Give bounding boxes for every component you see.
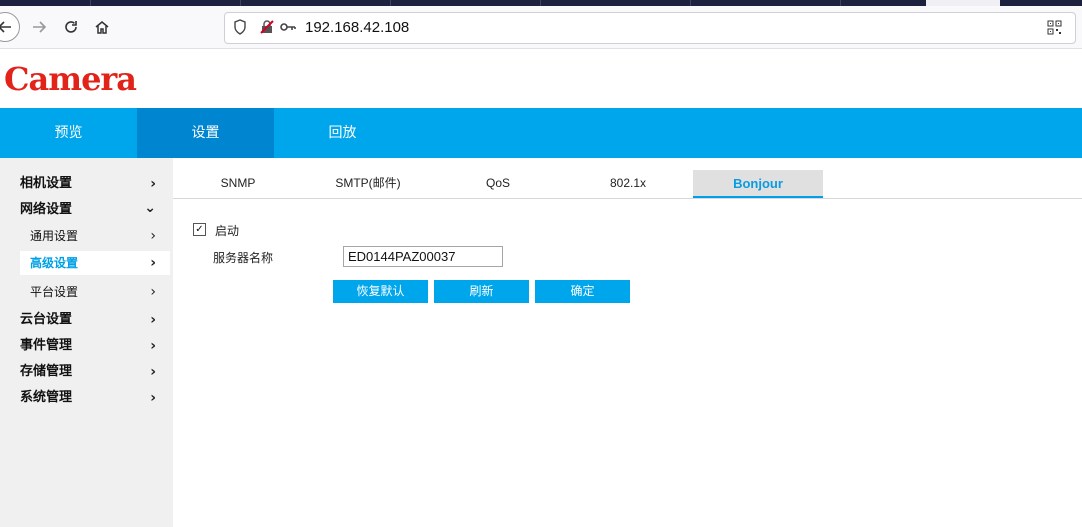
tab-qos[interactable]: QoS bbox=[433, 170, 563, 197]
sidebar-item-event-management[interactable]: 事件管理 › bbox=[0, 334, 170, 358]
tab-bonjour[interactable]: Bonjour bbox=[693, 170, 823, 198]
advanced-settings-tabs: SNMP SMTP(邮件) QoS 802.1x Bonjour bbox=[173, 170, 1082, 199]
sidebar-item-network-settings[interactable]: 网络设置 ⌄ bbox=[0, 198, 170, 222]
qr-code-icon[interactable] bbox=[1047, 20, 1062, 39]
sidebar-item-advanced-settings[interactable]: 高级设置 › bbox=[20, 251, 170, 275]
key-icon[interactable] bbox=[279, 19, 297, 39]
home-icon[interactable] bbox=[89, 14, 115, 40]
main-nav-playback[interactable]: 回放 bbox=[274, 108, 411, 158]
bonjour-settings-panel: ✓ 启动 服务器名称 ED0144PAZ00037 恢复默认 刷新 确定 bbox=[173, 199, 1082, 527]
sidebar-item-label: 高级设置 bbox=[30, 256, 79, 270]
camera-logo: Camera bbox=[4, 60, 137, 98]
sidebar-item-camera-settings[interactable]: 相机设置 › bbox=[0, 172, 170, 196]
tab-8021x[interactable]: 802.1x bbox=[563, 170, 693, 197]
enable-checkbox[interactable]: ✓ bbox=[193, 223, 206, 236]
chevron-down-icon: ⌄ bbox=[144, 200, 156, 216]
confirm-button[interactable]: 确定 bbox=[535, 280, 630, 303]
chevron-right-icon: › bbox=[150, 255, 156, 271]
sidebar-item-label: 网络设置 bbox=[20, 202, 73, 217]
sidebar-item-system-management[interactable]: 系统管理 › bbox=[0, 386, 170, 410]
sidebar-item-platform-settings[interactable]: 平台设置 › bbox=[0, 280, 170, 304]
sidebar-item-label: 通用设置 bbox=[30, 229, 79, 243]
chevron-right-icon: › bbox=[150, 176, 156, 192]
chevron-right-icon: › bbox=[150, 312, 156, 328]
chevron-right-icon: › bbox=[150, 338, 156, 354]
chevron-right-icon: › bbox=[150, 228, 156, 244]
shield-icon[interactable] bbox=[233, 19, 247, 39]
main-nav-settings[interactable]: 设置 bbox=[137, 108, 274, 158]
chevron-right-icon: › bbox=[150, 364, 156, 380]
chevron-right-icon: › bbox=[150, 390, 156, 406]
sidebar-item-ptz-settings[interactable]: 云台设置 › bbox=[0, 308, 170, 332]
main-nav-preview[interactable]: 预览 bbox=[0, 108, 137, 158]
restore-default-button[interactable]: 恢复默认 bbox=[333, 280, 428, 303]
server-name-input[interactable]: ED0144PAZ00037 bbox=[343, 246, 503, 267]
sidebar-item-label: 存储管理 bbox=[20, 364, 73, 379]
settings-sidebar: 相机设置 › 网络设置 ⌄ 通用设置 › 高级设置 › 平台设置 › 云台设置 … bbox=[0, 158, 173, 527]
sidebar-item-label: 平台设置 bbox=[30, 285, 79, 299]
sidebar-item-storage-management[interactable]: 存储管理 › bbox=[0, 360, 170, 384]
browser-navbar: 192.168.42.108 bbox=[0, 6, 1082, 49]
reload-icon[interactable] bbox=[58, 14, 84, 40]
tab-smtp[interactable]: SMTP(邮件) bbox=[303, 170, 433, 197]
sidebar-item-label: 系统管理 bbox=[20, 390, 73, 405]
main-nav: 预览 设置 回放 bbox=[0, 108, 1082, 158]
address-bar[interactable]: 192.168.42.108 bbox=[224, 12, 1076, 44]
forward-arrow-icon[interactable] bbox=[26, 14, 52, 40]
url-text[interactable]: 192.168.42.108 bbox=[305, 19, 409, 36]
chevron-right-icon: › bbox=[150, 284, 156, 300]
sidebar-item-general-settings[interactable]: 通用设置 › bbox=[0, 224, 170, 248]
sidebar-item-label: 相机设置 bbox=[20, 176, 73, 191]
server-name-label: 服务器名称 bbox=[213, 251, 274, 265]
insecure-connection-icon[interactable] bbox=[259, 19, 275, 39]
tab-snmp[interactable]: SNMP bbox=[173, 170, 303, 197]
enable-label: 启动 bbox=[215, 224, 240, 238]
sidebar-item-label: 事件管理 bbox=[20, 338, 73, 353]
sidebar-item-label: 云台设置 bbox=[20, 312, 73, 327]
refresh-button[interactable]: 刷新 bbox=[434, 280, 529, 303]
back-arrow-icon[interactable] bbox=[0, 12, 20, 42]
